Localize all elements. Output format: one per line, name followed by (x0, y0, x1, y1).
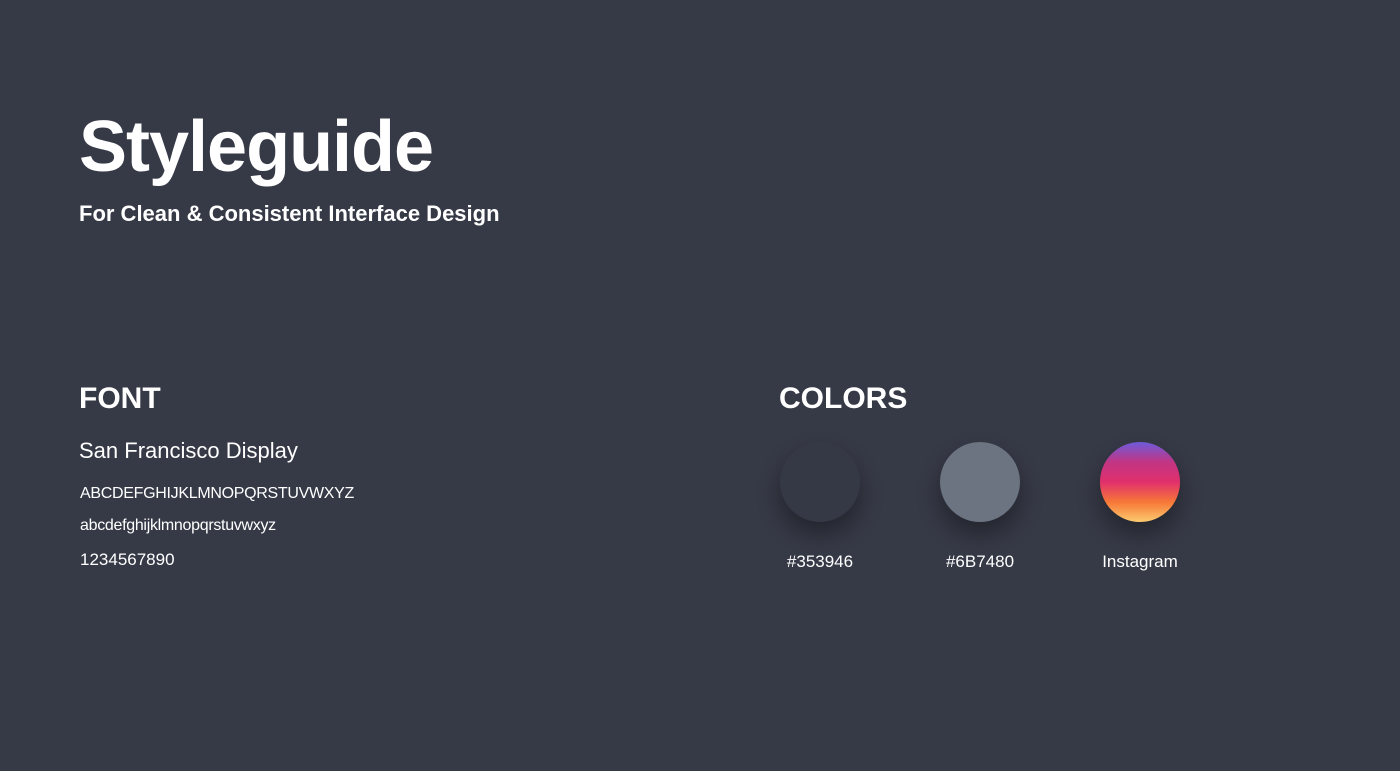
color-swatch-gray-label: #6B7480 (945, 552, 1015, 571)
color-swatch-dark (780, 442, 860, 522)
colors-heading: COLORS (779, 382, 908, 415)
color-swatch-gray (940, 442, 1020, 522)
page-title: Styleguide (79, 107, 434, 187)
lowercase-sample: abcdefghijklmnopqrstuvwxyz (80, 517, 276, 534)
styleguide-page: Styleguide For Clean & Consistent Interf… (0, 0, 1400, 771)
font-heading: FONT (79, 382, 161, 415)
color-swatch-dark-label: #353946 (786, 552, 854, 571)
page-subtitle: For Clean & Consistent Interface Design (79, 201, 500, 226)
color-swatch-instagram (1100, 442, 1180, 522)
color-swatch-instagram-label: Instagram (1102, 552, 1178, 571)
font-name: San Francisco Display (79, 438, 298, 463)
digits-sample: 1234567890 (80, 550, 175, 569)
uppercase-sample: ABCDEFGHIJKLMNOPQRSTUVWXYZ (80, 485, 355, 502)
